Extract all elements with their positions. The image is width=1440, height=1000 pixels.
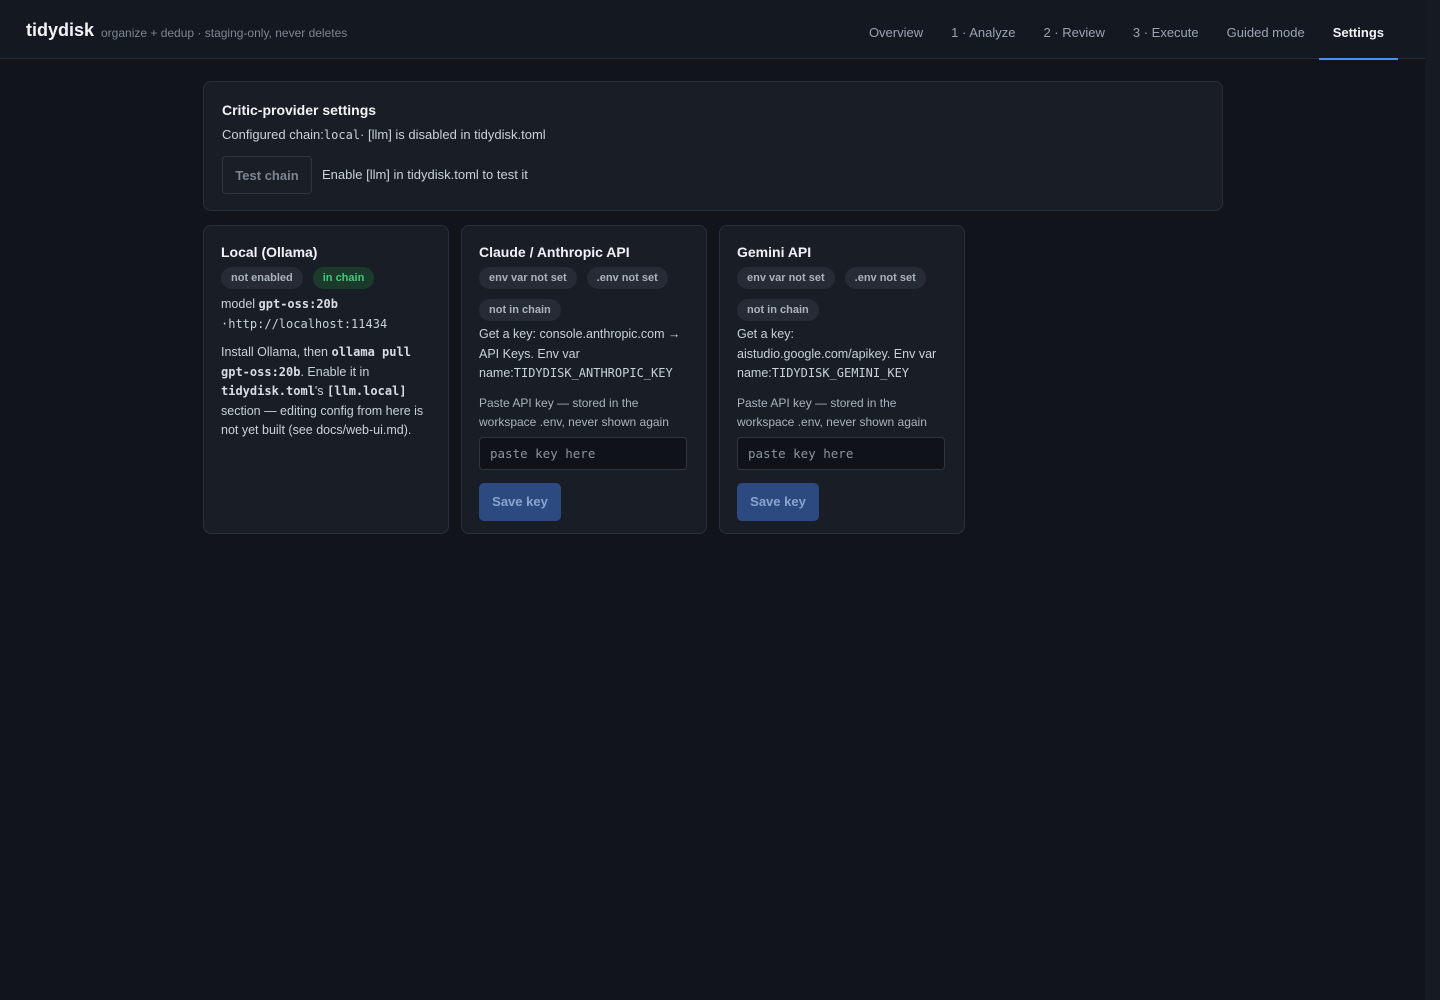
nav-review[interactable]: 2 · Review [1029,0,1118,59]
claude-paste-label: Paste API key — stored in the workspace … [479,395,669,429]
model-label: model [221,297,259,311]
app-tagline: organize + dedup · staging-only, never d… [101,26,348,40]
top-header: tidydisk organize + dedup · staging-only… [0,0,1425,60]
claude-badges: env var not set .env not set not in chai… [479,267,689,321]
gemini-api-key-input[interactable] [737,436,945,470]
app-logo[interactable]: tidydisk [26,20,94,41]
claude-save-key-button[interactable]: Save key [479,482,561,521]
provider-card-gemini: Gemini API env var not set .env not set … [719,225,965,534]
claude-api-key-input[interactable] [479,436,687,470]
local-url: ·http://localhost:11434 [221,316,388,331]
local-card-title: Local (Ollama) [221,244,318,260]
install-text-2: . Enable it in [300,364,370,379]
chain-value: local [323,128,361,142]
nav-execute[interactable]: 3 · Execute [1119,0,1213,59]
claude-card-title: Claude / Anthropic API [479,244,630,260]
install-config-file: tidydisk.toml [221,384,315,398]
local-install-instructions: Install Ollama, then ollama pull gpt-oss… [221,343,431,441]
critic-settings-title: Critic-provider settings [222,102,377,118]
status-badge-dotenv: .env not set [586,267,668,289]
install-config-section: [llm.local] [327,384,407,398]
gemini-paste-label: Paste API key — stored in the workspace … [737,395,927,429]
local-badges: not enabled in chain [221,267,431,289]
test-chain-button[interactable]: Test chain [222,156,312,194]
install-text-1: Install Ollama, then [221,345,332,359]
chain-suffix: · [llm] is disabled in tidydisk.toml [360,127,546,142]
status-badge-dotenv: .env not set [844,267,926,289]
install-text-4: section — editing config from here is no… [221,403,424,438]
status-badge-not-enabled: not enabled [221,267,303,289]
model-name: gpt-oss:20b [258,297,339,311]
gemini-card-title: Gemini API [737,244,812,260]
main-nav: Overview 1 · Analyze 2 · Review 3 · Exec… [855,0,1399,60]
install-text-3: 's [314,384,328,398]
claude-key-instructions: Get a key: console.anthropic.com → API K… [479,325,689,384]
nav-settings[interactable]: Settings [1318,0,1399,60]
status-badge-in-chain: in chain [312,267,375,289]
gemini-save-key-button[interactable]: Save key [737,482,819,521]
gemini-key-instructions: Get a key: aistudio.google.com/apikey. E… [737,325,947,384]
claude-env-name: TIDYDISK_ANTHROPIC_KEY [513,366,673,380]
status-badge-env-var: env var not set [737,267,835,289]
test-chain-hint: Enable [llm] in tidydisk.toml to test it [322,167,528,182]
provider-card-local: Local (Ollama) not enabled in chain mode… [203,225,449,534]
gemini-env-name: TIDYDISK_GEMINI_KEY [771,366,910,380]
status-badge-not-in-chain: not in chain [479,299,561,321]
local-model-info: model gpt-oss:20b ·http://localhost:1143… [221,295,431,334]
status-badge-env-var: env var not set [479,267,577,289]
status-badge-not-in-chain: not in chain [737,299,819,321]
provider-card-claude: Claude / Anthropic API env var not set .… [461,225,707,534]
chain-prefix: Configured chain: [222,127,324,142]
configured-chain-line: Configured chain:local· [llm] is disable… [222,127,546,142]
gemini-badges: env var not set .env not set not in chai… [737,267,947,321]
nav-analyze[interactable]: 1 · Analyze [937,0,1029,59]
nav-overview[interactable]: Overview [855,0,937,59]
vertical-scrollbar[interactable] [1425,0,1440,1000]
critic-settings-panel: Critic-provider settings Configured chai… [203,81,1223,211]
nav-guided-mode[interactable]: Guided mode [1213,0,1319,59]
